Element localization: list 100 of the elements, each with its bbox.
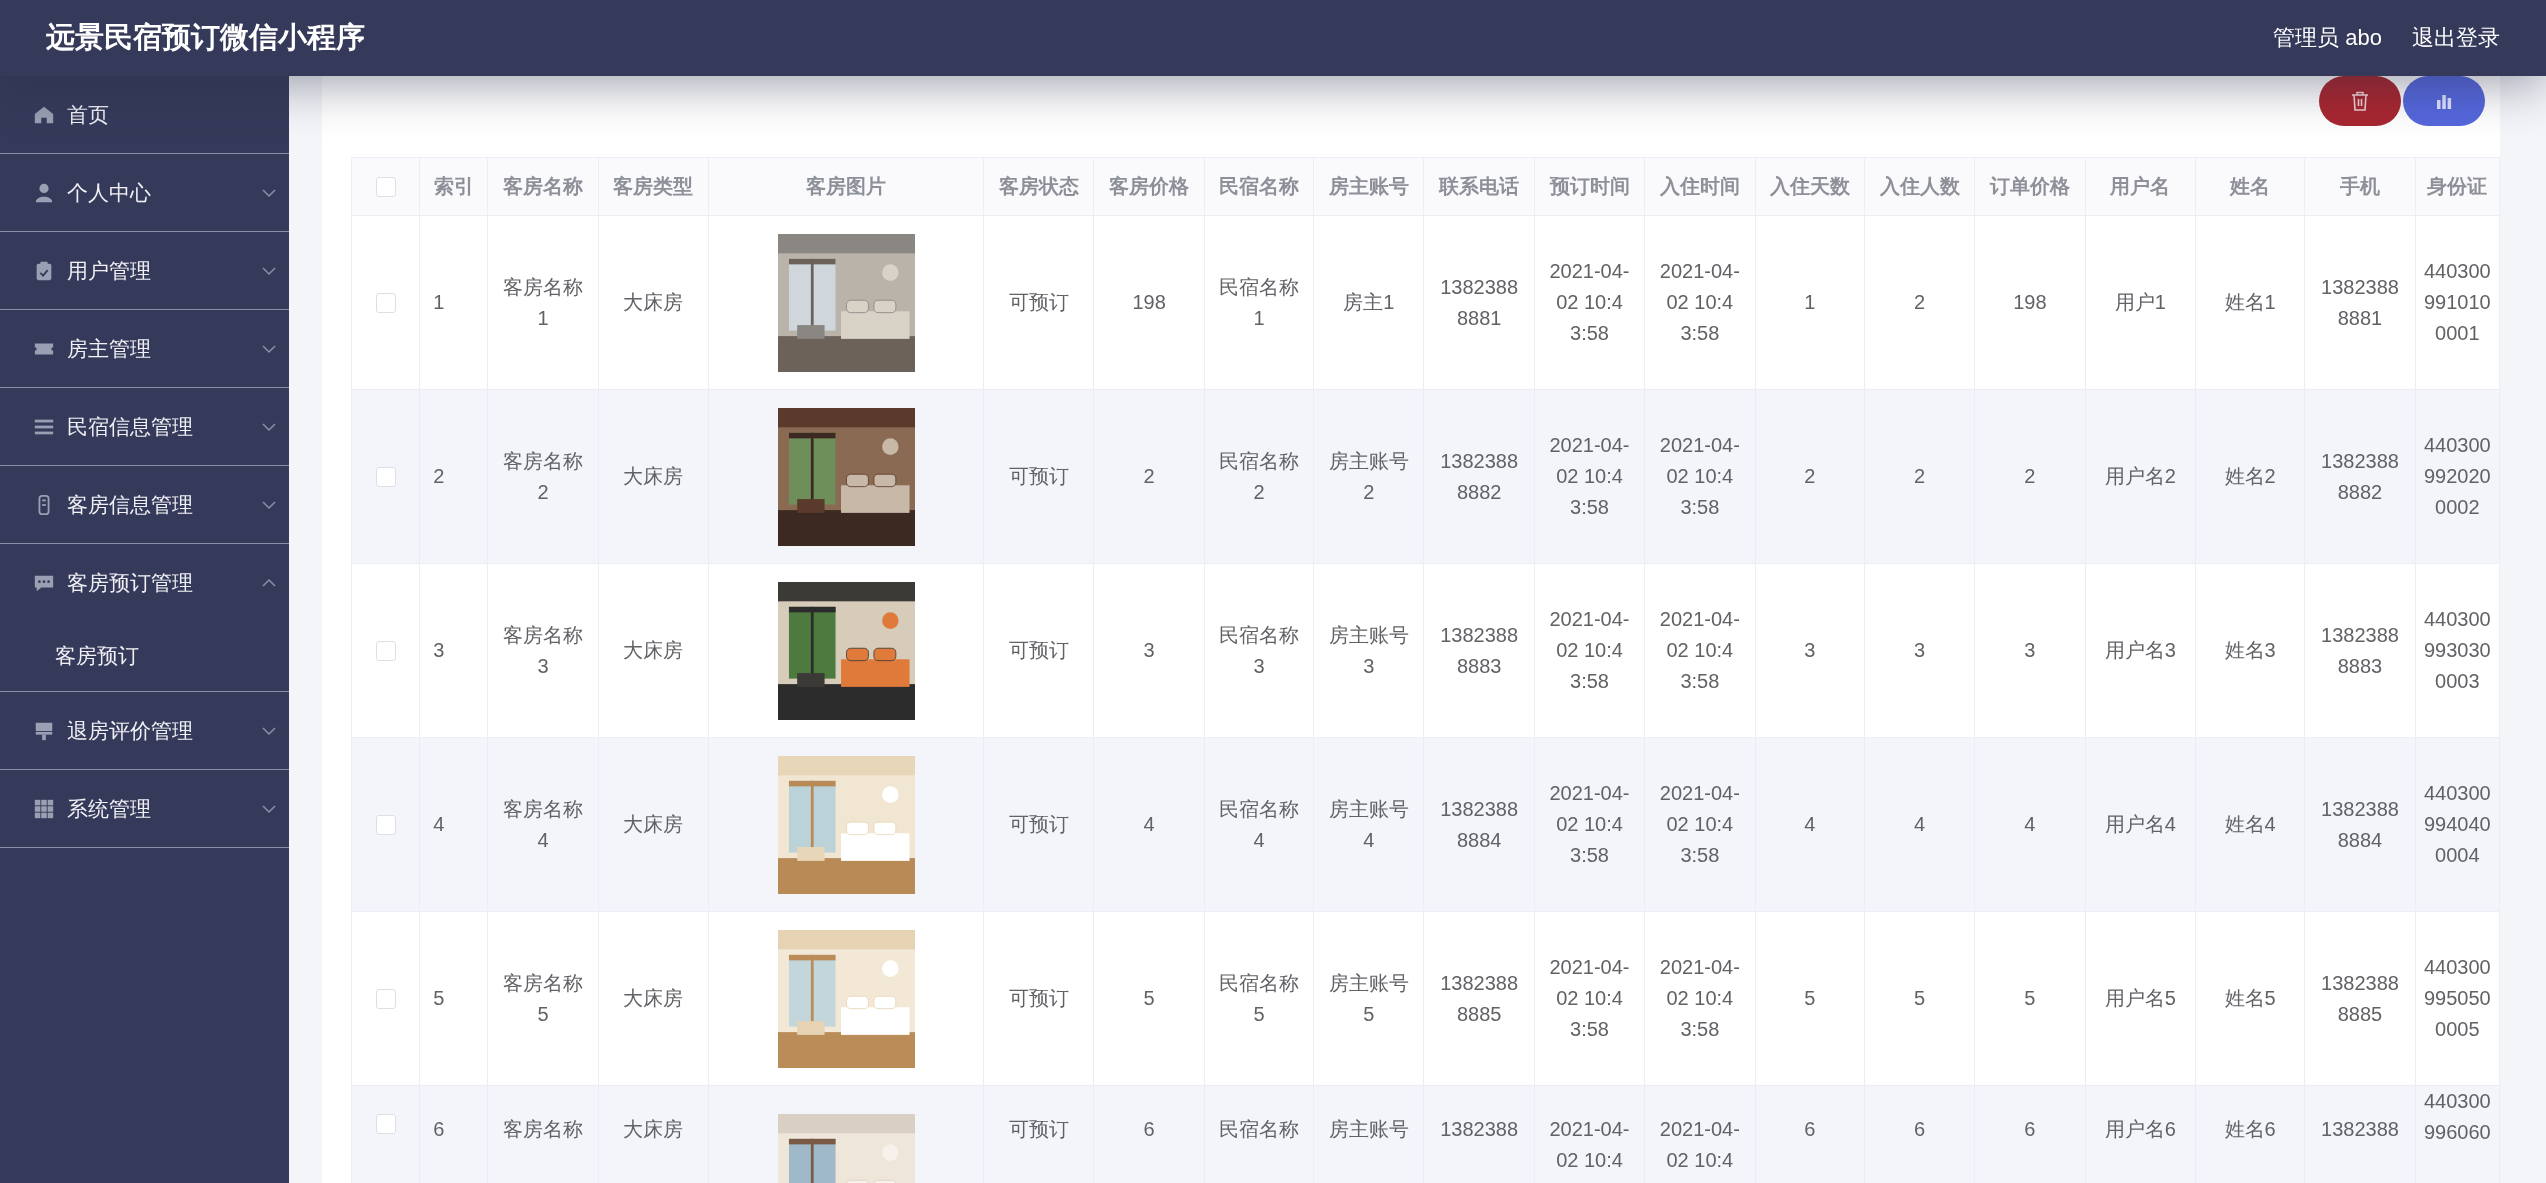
column-header: 预订时间	[1534, 157, 1645, 216]
column-header: 入住人数	[1864, 157, 1975, 216]
table-cell: 13823888885	[1423, 911, 1535, 1086]
logout-link[interactable]: 退出登录	[2412, 23, 2500, 53]
table-cell: 13823888881	[1423, 215, 1535, 390]
sidebar-item[interactable]: 客房预订管理	[0, 544, 289, 621]
admin-username: 管理员 abo	[2273, 24, 2382, 52]
table-cell: 5	[1974, 911, 2086, 1086]
table-cell: 3	[419, 563, 488, 738]
table-cell: 5	[1755, 911, 1865, 1086]
sidebar-item[interactable]: 个人中心	[0, 154, 289, 232]
table-cell: 2021-04-02 10:43:58	[1534, 215, 1645, 390]
table-cell: 民宿名称3	[1204, 563, 1314, 738]
table-cell: 房主账号4	[1313, 737, 1424, 912]
column-header: 客房名称	[487, 157, 599, 216]
table-cell: 13823888881	[2304, 215, 2416, 390]
checkbox[interactable]	[375, 814, 396, 835]
table-cell: 可预订	[983, 737, 1094, 912]
table-cell: 客房名称1	[487, 215, 599, 390]
sidebar-item[interactable]: 用户管理	[0, 232, 289, 310]
bar-chart-icon	[2435, 92, 2453, 110]
column-header: 客房类型	[598, 157, 709, 216]
checkbox[interactable]	[375, 292, 396, 313]
table-cell: 13823888882	[2304, 389, 2416, 564]
table-cell: 2	[1755, 389, 1865, 564]
table-cell: 198	[1974, 215, 2086, 390]
checkbox[interactable]	[375, 176, 396, 197]
table-cell: 房主账号5	[1313, 911, 1424, 1086]
table-cell: 房主1	[1313, 215, 1424, 390]
table-cell: 1	[419, 215, 488, 390]
submenu-item[interactable]: 客房预订	[0, 621, 289, 691]
column-header: 姓名	[2195, 157, 2305, 216]
grid-icon	[33, 797, 55, 820]
delete-button[interactable]	[2319, 76, 2401, 126]
table-cell: 5	[419, 911, 488, 1086]
table-cell: 用户名4	[2085, 737, 2196, 912]
table-cell: 5	[1093, 911, 1205, 1086]
table-cell: 民宿名称1	[1204, 215, 1314, 390]
column-header: 民宿名称	[1204, 157, 1314, 216]
column-header: 房主账号	[1313, 157, 1424, 216]
table-cell: 2021-04-02 10:43:58	[1644, 389, 1756, 564]
table-cell: 1	[1755, 215, 1865, 390]
column-header: 索引	[419, 157, 488, 216]
column-header: 客房图片	[708, 157, 984, 216]
table-cell: 大床房	[598, 215, 709, 390]
table-cell: 2021-04-02 10:43:58	[1644, 911, 1756, 1086]
sidebar-item[interactable]: 系统管理	[0, 770, 289, 848]
table-cell: 13823888885	[2304, 911, 2416, 1086]
table-cell: 用户名3	[2085, 563, 2196, 738]
table-cell: 大床房	[598, 389, 709, 564]
table-cell: 13823888884	[1423, 737, 1535, 912]
table-cell: 4403009910100001	[2415, 215, 2500, 390]
table-cell: 房主账号3	[1313, 563, 1424, 738]
table-cell: 姓名1	[2195, 215, 2305, 390]
checkbox[interactable]	[375, 1114, 396, 1134]
trash-icon	[2351, 91, 2369, 111]
sidebar-item[interactable]: 退房评价管理	[0, 692, 289, 770]
table-cell: 姓名3	[2195, 563, 2305, 738]
table-cell: 2	[1974, 389, 2086, 564]
table-cell: 3	[1864, 563, 1975, 738]
table-cell: 客房名称2	[487, 389, 599, 564]
table-cell: 13823888883	[2304, 563, 2416, 738]
table-cell: 2	[1864, 389, 1975, 564]
table-cell: 4403009950500005	[2415, 911, 2500, 1086]
table-cell: 大床房	[598, 911, 709, 1086]
table-cell: 用户名2	[2085, 389, 2196, 564]
table-cell: 大床房	[598, 737, 709, 912]
table-cell: 可预订	[983, 389, 1094, 564]
table-cell: 2	[1093, 389, 1205, 564]
table-cell: 4	[1974, 737, 2086, 912]
table-cell: 4	[419, 737, 488, 912]
column-header: 用户名	[2085, 157, 2196, 216]
table-cell: 2021-04-02 10:43:58	[1534, 563, 1645, 738]
table-cell: 姓名2	[2195, 389, 2305, 564]
column-header: 身份证	[2415, 157, 2500, 216]
checkbox[interactable]	[375, 640, 396, 661]
checkbox[interactable]	[375, 988, 396, 1009]
table-cell: 用户1	[2085, 215, 2196, 390]
sidebar-item[interactable]: 客房信息管理	[0, 466, 289, 544]
table-cell: 2021-04-02 10:43:58	[1644, 737, 1756, 912]
sidebar-item[interactable]: 房主管理	[0, 310, 289, 388]
column-header: 入住时间	[1644, 157, 1756, 216]
table-cell: 客房名称3	[487, 563, 599, 738]
table-cell: 198	[1093, 215, 1205, 390]
table-cell: 13823888882	[1423, 389, 1535, 564]
table-cell: 4403009920200002	[2415, 389, 2500, 564]
table-cell: 可预订	[983, 911, 1094, 1086]
column-header: 客房价格	[1093, 157, 1205, 216]
table-cell: 客房名称5	[487, 911, 599, 1086]
checkbox[interactable]	[375, 466, 396, 487]
table-cell: 13823888883	[1423, 563, 1535, 738]
sidebar-item[interactable]: 首页	[0, 76, 289, 154]
app-title: 远景民宿预订微信小程序	[46, 20, 365, 55]
table-cell: 2	[419, 389, 488, 564]
table-cell: 2021-04-02 10:43:58	[1534, 389, 1645, 564]
column-header: 联系电话	[1423, 157, 1535, 216]
sidebar-item[interactable]: 民宿信息管理	[0, 388, 289, 466]
table-cell: 2021-04-02 10:43:58	[1534, 737, 1645, 912]
chart-button[interactable]	[2403, 76, 2485, 126]
table-cell: 用户名5	[2085, 911, 2196, 1086]
